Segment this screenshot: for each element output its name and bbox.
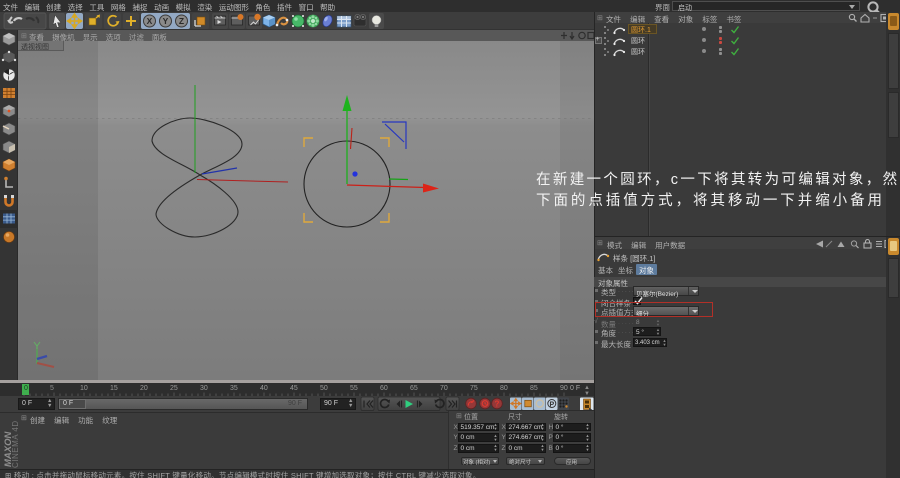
svg-text:Y: Y	[163, 16, 169, 26]
svg-text:P: P	[549, 401, 554, 408]
svg-text:?: ?	[495, 400, 500, 409]
svg-text:X: X	[147, 16, 153, 26]
svg-text:Z: Z	[179, 16, 184, 26]
